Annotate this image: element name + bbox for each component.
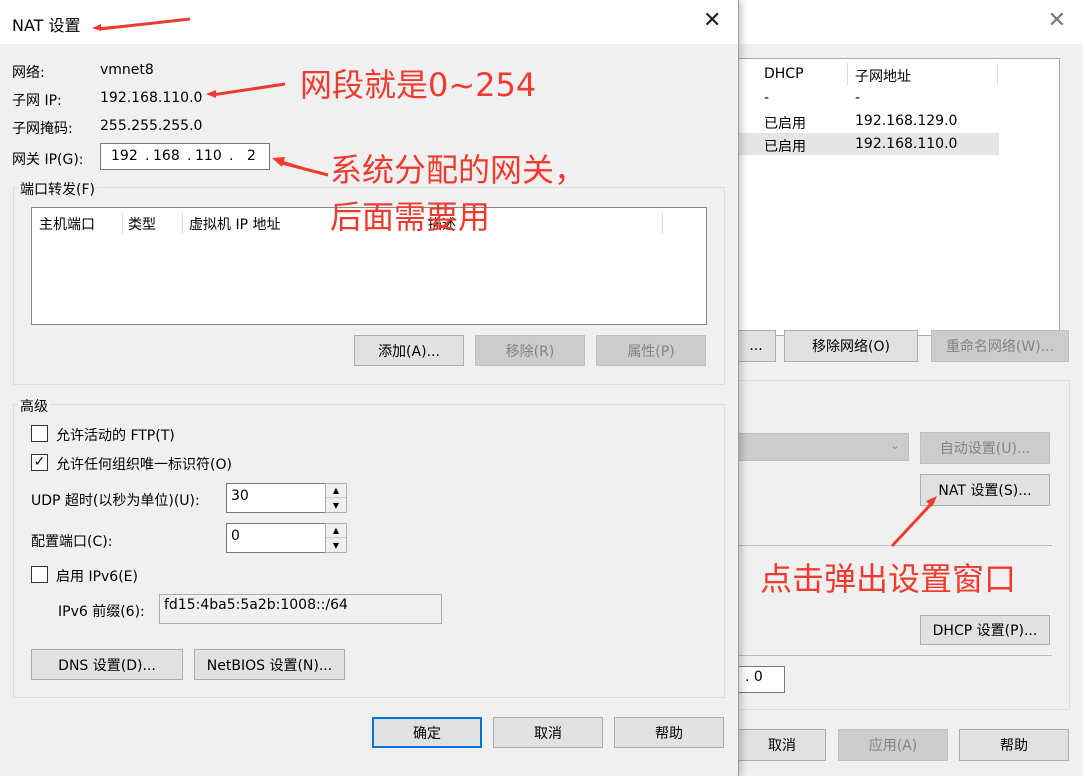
annotation-subnet-note: 网段就是0~254 — [300, 66, 537, 104]
annotation-arrows — [92, 17, 937, 548]
annotation-gateway-note-2: 后面需要用 — [330, 198, 491, 236]
annotation-click-note: 点击弹出设置窗口 — [760, 560, 1017, 598]
annotation-gateway-note: 系统分配的网关， — [330, 151, 587, 189]
